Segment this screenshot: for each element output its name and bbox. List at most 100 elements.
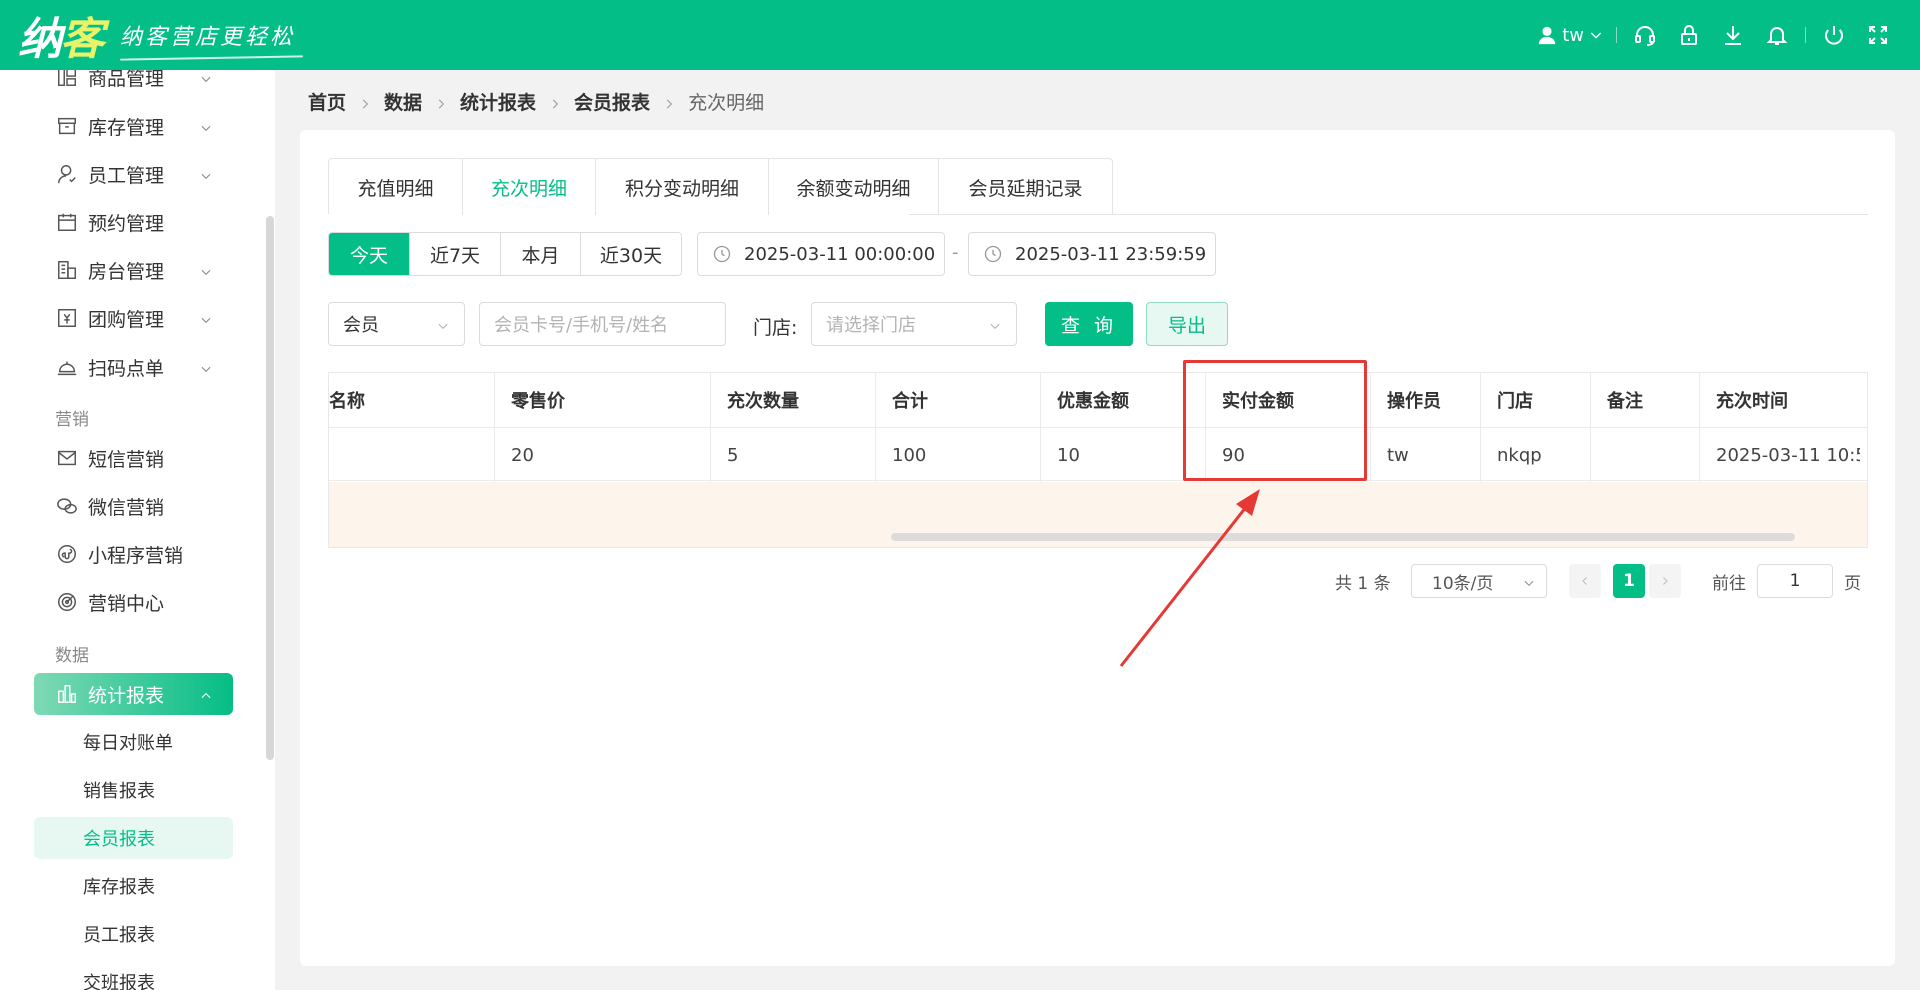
next-page-button[interactable] xyxy=(1649,564,1681,598)
sidebar-item-statistics[interactable]: 统计报表 xyxy=(34,673,233,715)
sidebar-subitem-staff[interactable]: 员工报表 xyxy=(34,913,233,955)
sidebar-item-miniapp[interactable]: 小程序营销 xyxy=(34,533,233,575)
cell-remark xyxy=(1591,428,1700,482)
username: tw xyxy=(1562,24,1584,46)
clock-icon xyxy=(713,245,731,263)
sidebar-item-staff[interactable]: 员工管理 xyxy=(34,153,233,195)
sidebar-item-sms[interactable]: 短信营销 xyxy=(34,437,233,479)
breadcrumb-home[interactable]: 首页 xyxy=(308,88,346,115)
cell-store: nkqp xyxy=(1481,428,1591,482)
sidebar-item-label: 商品管理 xyxy=(88,70,165,90)
cell-total: 100 xyxy=(876,428,1041,482)
building-icon xyxy=(56,259,78,281)
sidebar-item-label: 团购管理 xyxy=(88,308,165,331)
sidebar-subitem-daily[interactable]: 每日对账单 xyxy=(34,721,233,763)
query-button[interactable]: 查 询 xyxy=(1045,302,1133,346)
sidebar-item-booking[interactable]: 预约管理 xyxy=(34,201,233,243)
breadcrumb-data[interactable]: 数据 xyxy=(384,88,422,115)
col-store: 门店 xyxy=(1481,373,1591,427)
period-30days[interactable]: 近30天 xyxy=(581,233,681,275)
pagination-total: 共 1 条 xyxy=(1335,573,1391,594)
chevron-down-icon xyxy=(988,317,1002,331)
sidebar-item-label: 营销中心 xyxy=(88,592,165,615)
sidebar-scrollbar[interactable] xyxy=(266,216,274,760)
wechat-icon xyxy=(56,495,78,517)
cell-discount: 10 xyxy=(1041,428,1206,482)
start-date-input[interactable]: 2025-03-11 00:00:00 xyxy=(697,232,945,276)
bell-service-icon xyxy=(56,356,78,378)
breadcrumb-member-report[interactable]: 会员报表 xyxy=(574,88,650,115)
page-size-select[interactable]: 10条/页 xyxy=(1411,564,1547,598)
sidebar-subitem-inventory[interactable]: 库存报表 xyxy=(34,865,233,907)
download-icon[interactable] xyxy=(1711,0,1755,70)
goto-label: 前往 xyxy=(1712,573,1746,594)
headset-icon[interactable] xyxy=(1623,0,1667,70)
goto-page-input[interactable]: 1 xyxy=(1757,564,1833,598)
sidebar-item-groupbuy[interactable]: 团购管理 xyxy=(34,297,233,339)
bell-icon[interactable] xyxy=(1755,0,1799,70)
member-search-input[interactable]: 会员卡号/手机号/姓名 xyxy=(479,302,726,346)
user-icon xyxy=(56,163,78,185)
sidebar-item-rooms[interactable]: 房台管理 xyxy=(34,249,233,291)
clock-icon xyxy=(984,245,1002,263)
target-icon xyxy=(56,591,78,613)
lock-icon[interactable] xyxy=(1667,0,1711,70)
chevron-down-icon xyxy=(199,359,213,373)
sidebar-subitem-sales[interactable]: 销售报表 xyxy=(34,769,233,811)
table-row[interactable]: 20 5 100 10 90 tw nkqp 2025-03-11 10:50 xyxy=(329,427,1867,482)
user-menu[interactable]: tw xyxy=(1536,24,1610,46)
table-header-row: 名称 零售价 充次数量 合计 优惠金额 实付金额 操作员 门店 备注 充次时间 xyxy=(329,373,1867,427)
col-recharge-time: 充次时间 xyxy=(1716,391,1788,412)
chevron-down-icon xyxy=(1590,32,1602,39)
sidebar-item-inventory[interactable]: 库存管理 xyxy=(34,105,233,147)
sidebar-subitem-member[interactable]: 会员报表 xyxy=(34,817,233,859)
end-date-input[interactable]: 2025-03-11 23:59:59 xyxy=(968,232,1216,276)
chevron-right-icon xyxy=(662,94,676,109)
logo-slogan: 纳客营店更轻松 xyxy=(120,19,295,51)
sidebar-item-marketing-center[interactable]: 营销中心 xyxy=(34,581,233,623)
breadcrumb-statistics[interactable]: 统计报表 xyxy=(460,88,536,115)
cell-paid-amount: 90 xyxy=(1206,428,1371,482)
chevron-down-icon xyxy=(199,118,213,132)
tab-recharge-count[interactable]: 充次明细 xyxy=(463,159,596,215)
power-icon[interactable] xyxy=(1812,0,1856,70)
sidebar-item-label: 扫码点单 xyxy=(88,357,165,380)
chevron-down-icon xyxy=(436,317,450,331)
cell-recharge-time: 2025-03-11 10:50 xyxy=(1716,444,1860,466)
chevron-left-icon xyxy=(1582,577,1587,585)
tab-recharge[interactable]: 充值明细 xyxy=(329,159,463,215)
sidebar-item-wechat[interactable]: 微信营销 xyxy=(34,485,233,527)
tab-member-extension[interactable]: 会员延期记录 xyxy=(939,159,1112,215)
member-type-select[interactable]: 会员 xyxy=(328,302,465,346)
export-button[interactable]: 导出 xyxy=(1146,302,1228,346)
store-select[interactable]: 请选择门店 xyxy=(811,302,1017,346)
user-icon xyxy=(1538,26,1556,45)
chevron-right-icon xyxy=(548,94,562,109)
period-month[interactable]: 本月 xyxy=(501,233,581,275)
period-today[interactable]: 今天 xyxy=(329,233,410,275)
sidebar-subitem-shift[interactable]: 交班报表 xyxy=(34,961,233,990)
logo[interactable]: 纳客 纳客营店更轻松 xyxy=(18,6,295,65)
tab-points-change[interactable]: 积分变动明细 xyxy=(596,159,769,215)
cell-retail-price: 20 xyxy=(495,428,711,482)
member-type-value: 会员 xyxy=(343,315,379,336)
period-7days[interactable]: 近7天 xyxy=(410,233,501,275)
sidebar-item-scan-order[interactable]: 扫码点单 xyxy=(34,346,233,388)
page-number-current[interactable]: 1 xyxy=(1613,564,1645,598)
bar-chart-icon xyxy=(56,683,78,705)
sidebar-item-label: 预约管理 xyxy=(88,212,165,235)
table-horizontal-scrollbar[interactable] xyxy=(891,533,1795,541)
sidebar-item-products[interactable]: 商品管理 xyxy=(34,70,233,98)
breadcrumb-current: 充次明细 xyxy=(688,91,765,114)
tab-balance-change[interactable]: 余额变动明细 xyxy=(769,159,939,215)
prev-page-button[interactable] xyxy=(1569,564,1601,598)
chevron-down-icon xyxy=(199,166,213,180)
box-icon xyxy=(56,115,78,137)
fullscreen-icon[interactable] xyxy=(1856,0,1900,70)
cell-operator: tw xyxy=(1371,428,1481,482)
logo-wordmark: 纳客 xyxy=(18,14,104,65)
data-table: 名称 零售价 充次数量 合计 优惠金额 实付金额 操作员 门店 备注 充次时间 … xyxy=(328,372,1868,548)
sidebar-item-label: 员工管理 xyxy=(88,164,165,187)
sidebar-item-label: 房台管理 xyxy=(88,260,165,283)
col-name: 名称 xyxy=(329,373,495,427)
